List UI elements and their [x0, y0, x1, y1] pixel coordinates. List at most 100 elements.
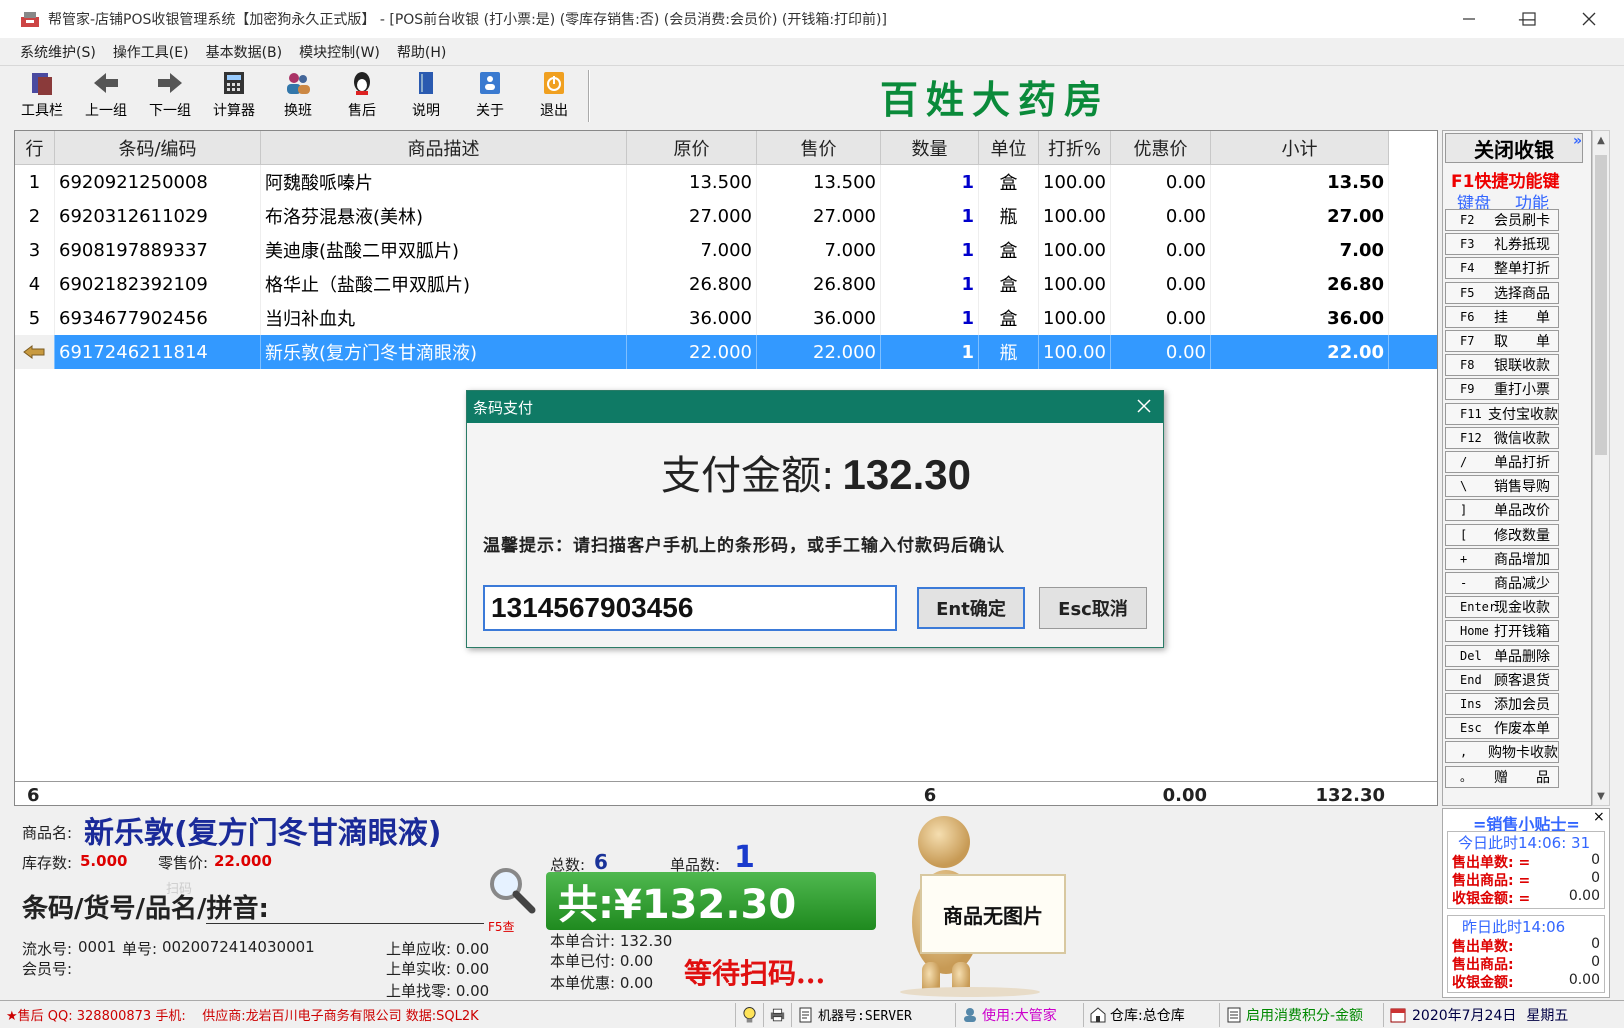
vertical-scrollbar[interactable]: ▲ ▼	[1592, 130, 1610, 806]
table-row[interactable]: 4 6902182392109 格华止（盐酸二甲双胍片) 26.800 26.8…	[15, 267, 1437, 301]
table-row[interactable]: 1 6920921250008 阿魏酸哌嗪片 13.500 13.500 1 盒…	[15, 165, 1437, 199]
after-sales-button[interactable]: 售后	[330, 68, 394, 124]
function-key-button[interactable]: , 购物卡收款	[1445, 741, 1559, 764]
function-key-button[interactable]: Del 单品删除	[1445, 644, 1559, 667]
about-button[interactable]: 关于	[458, 68, 522, 124]
function-key-button[interactable]: \ 销售导购	[1445, 475, 1559, 498]
manual-button[interactable]: 说明	[394, 68, 458, 124]
serial-number: 0001	[78, 938, 117, 956]
scroll-thumb[interactable]	[1595, 155, 1607, 455]
menu-system[interactable]: 系统维护(S)	[20, 42, 96, 62]
scan-input[interactable]	[206, 923, 484, 924]
window-title: 帮管家-店铺POS收银管理系统【加密狗永久正式版】 - [POS前台收银 (打小…	[48, 12, 887, 28]
search-icon[interactable]	[486, 864, 538, 916]
function-key-button[interactable]: End 顾客退货	[1445, 668, 1559, 691]
function-key-button[interactable]: 。 赠 品	[1445, 765, 1559, 788]
function-key-button[interactable]: + 商品增加	[1445, 547, 1559, 570]
dialog-close-icon[interactable]	[1137, 394, 1151, 419]
scroll-up-icon[interactable]: ▲	[1593, 131, 1609, 149]
table-row[interactable]: 5 6934677902456 当归补血丸 36.000 36.000 1 盒 …	[15, 301, 1437, 335]
function-key-shortcut: F5	[1460, 285, 1475, 300]
function-key-button[interactable]: Esc 作废本单	[1445, 717, 1559, 740]
function-key-button[interactable]: Enter 现金收款	[1445, 596, 1559, 619]
col-row[interactable]: 行	[15, 131, 55, 165]
function-key-label: 银联收款	[1494, 358, 1550, 375]
function-key-panel: 关闭收银 » F1快捷功能键 键盘 功能 F2 会员刷卡 F3 礼券抵现 F4 整单打折 F5…	[1442, 130, 1592, 806]
calculator-button[interactable]: 计算器	[202, 68, 266, 124]
function-key-button[interactable]: ] 单品改价	[1445, 499, 1559, 522]
function-key-label: 赠 品	[1494, 769, 1550, 786]
f5-search-label[interactable]: F5查	[488, 918, 515, 935]
function-key-button[interactable]: / 单品打折	[1445, 451, 1559, 473]
close-register-button[interactable]: 关闭收银	[1445, 133, 1583, 163]
close-tips-icon[interactable]: ×	[1593, 809, 1605, 825]
function-key-button[interactable]: F4 整单打折	[1445, 257, 1559, 280]
function-key-shortcut: End	[1460, 672, 1482, 687]
prev-group-button[interactable]: 上一组	[74, 68, 138, 124]
footer-subtotal: 132.30	[1315, 784, 1385, 806]
col-description[interactable]: 商品描述	[261, 131, 627, 165]
payment-code-input[interactable]	[483, 585, 897, 631]
menu-tools[interactable]: 操作工具(E)	[113, 42, 189, 62]
function-key-button[interactable]: - 商品减少	[1445, 572, 1559, 594]
confirm-button[interactable]: Ent确定	[917, 587, 1025, 629]
document-icon	[799, 1007, 812, 1022]
printer-icon[interactable]	[764, 1002, 792, 1027]
about-icon	[480, 72, 500, 94]
function-key-button[interactable]: F9 重打小票	[1445, 378, 1559, 401]
menu-help[interactable]: 帮助(H)	[397, 42, 446, 62]
scroll-down-icon[interactable]: ▼	[1593, 787, 1609, 805]
function-key-button[interactable]: F8 银联收款	[1445, 354, 1559, 377]
toolbar-button[interactable]: 工具栏	[10, 68, 74, 124]
col-quantity[interactable]: 数量	[881, 131, 979, 165]
user-icon	[964, 1007, 976, 1022]
lightbulb-icon[interactable]	[736, 1002, 764, 1027]
total-count-value: 6	[594, 850, 608, 874]
col-promo-price[interactable]: 优惠价	[1111, 131, 1211, 165]
function-key-button[interactable]: [修改数量	[1445, 523, 1559, 546]
function-key-button[interactable]: F7 取 单	[1445, 330, 1559, 352]
warehouse-icon	[1090, 1006, 1106, 1022]
col-barcode[interactable]: 条码/编码	[55, 131, 261, 165]
arrow-right-icon	[158, 73, 182, 93]
item-info-panel: 商品名: 新乐敦(复方门冬甘滴眼液) 库存数: 5.000 零售价: 22.00…	[14, 808, 1438, 1000]
calendar-icon	[1390, 1008, 1406, 1022]
function-key-button[interactable]: F5 选择商品	[1445, 281, 1559, 304]
exit-button[interactable]: 退出	[522, 68, 586, 124]
function-key-shortcut: Esc	[1460, 721, 1482, 736]
function-key-label: 单品改价	[1494, 503, 1550, 520]
col-discount[interactable]: 打折%	[1039, 131, 1111, 165]
close-window-button[interactable]	[1560, 0, 1618, 38]
maximize-icon[interactable]	[1500, 0, 1558, 38]
function-key-shortcut: 。	[1460, 770, 1473, 785]
function-key-label: 取 单	[1494, 334, 1550, 350]
shift-change-button[interactable]: 换班	[266, 68, 330, 124]
function-key-button[interactable]: F11 支付宝收款	[1445, 402, 1559, 425]
col-unit[interactable]: 单位	[979, 131, 1039, 165]
menu-basic-data[interactable]: 基本数据(B)	[206, 42, 283, 62]
this-paid: 本单已付: 0.00	[550, 952, 654, 970]
function-key-button[interactable]: F6 挂 单	[1445, 305, 1559, 328]
function-key-button[interactable]: Ins 添加会员	[1445, 693, 1559, 715]
next-group-button[interactable]: 下一组	[138, 68, 202, 124]
minimize-icon[interactable]	[1440, 0, 1498, 38]
toolbar: 工具栏 上一组 下一组 计算器 换班 售后 说明 关于 退出	[10, 68, 590, 124]
stock-value: 5.000	[80, 852, 128, 870]
function-key-button[interactable]: F2 会员刷卡	[1445, 209, 1559, 231]
function-key-shortcut: F11	[1460, 406, 1482, 421]
col-subtotal[interactable]: 小计	[1211, 131, 1389, 165]
table-row[interactable]: 2 6920312611029 布洛芬混悬液(美林) 27.000 27.000…	[15, 199, 1437, 233]
table-row-selected[interactable]: 6917246211814 新乐敦(复方门冬甘滴眼液) 22.000 22.00…	[15, 335, 1437, 369]
function-key-button[interactable]: F3 礼券抵现	[1445, 233, 1559, 256]
col-original-price[interactable]: 原价	[627, 131, 757, 165]
menu-modules[interactable]: 模块控制(W)	[299, 42, 380, 62]
function-key-button[interactable]: Home 打开钱箱	[1445, 620, 1559, 643]
table-row[interactable]: 3 6908197889337 美迪康(盐酸二甲双胍片) 7.000 7.000…	[15, 233, 1437, 267]
function-key-label: 选择商品	[1494, 285, 1550, 302]
expand-icon[interactable]: »	[1573, 133, 1582, 149]
toolbar-icon	[32, 73, 52, 95]
col-sale-price[interactable]: 售价	[757, 131, 881, 165]
cancel-button[interactable]: Esc取消	[1039, 587, 1147, 629]
function-key-button[interactable]: F12 微信收款	[1445, 426, 1559, 449]
function-key-shortcut: F12	[1460, 430, 1482, 445]
